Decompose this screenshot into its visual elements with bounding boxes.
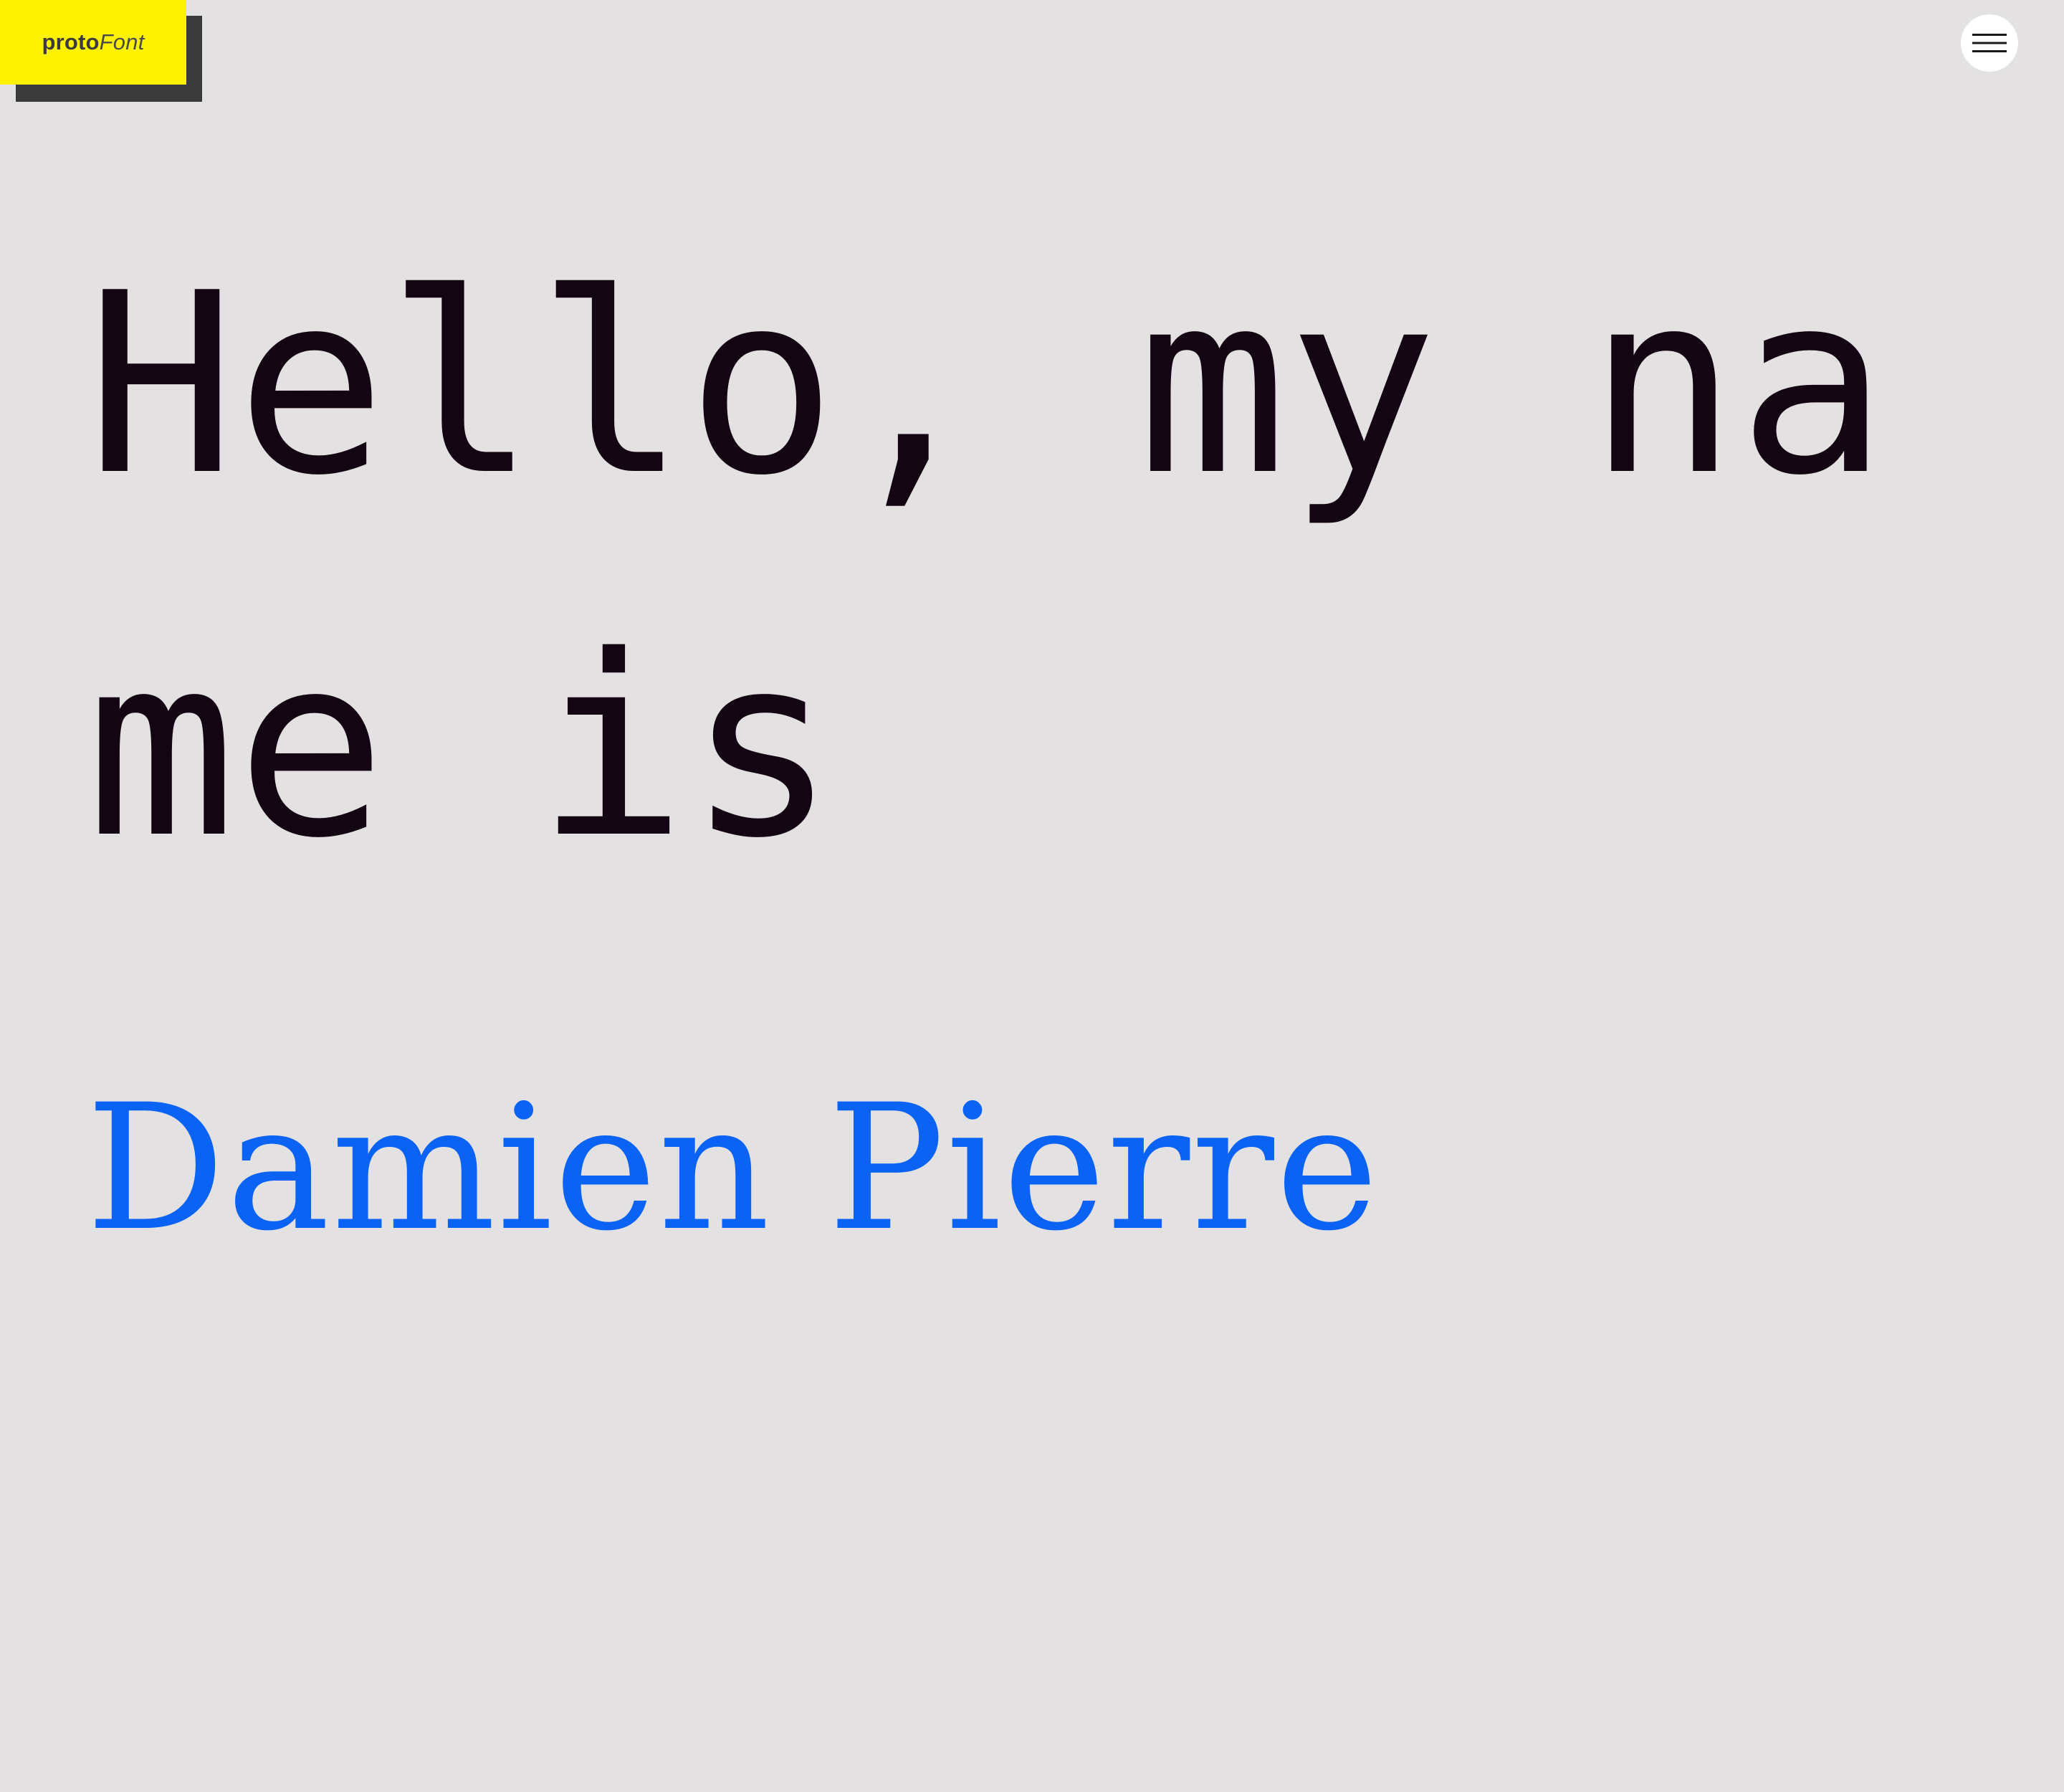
greeting-heading: Hello, my name is bbox=[86, 240, 1888, 893]
name-heading: Damien Pierre bbox=[86, 1067, 1380, 1269]
logo[interactable]: proto Font bbox=[0, 0, 202, 102]
logo-box[interactable]: proto Font bbox=[0, 0, 186, 85]
logo-text-bold: proto bbox=[42, 29, 100, 54]
hamburger-menu-icon bbox=[1972, 34, 2007, 52]
menu-button[interactable] bbox=[1961, 14, 2018, 72]
logo-text-italic: Font bbox=[99, 29, 145, 54]
